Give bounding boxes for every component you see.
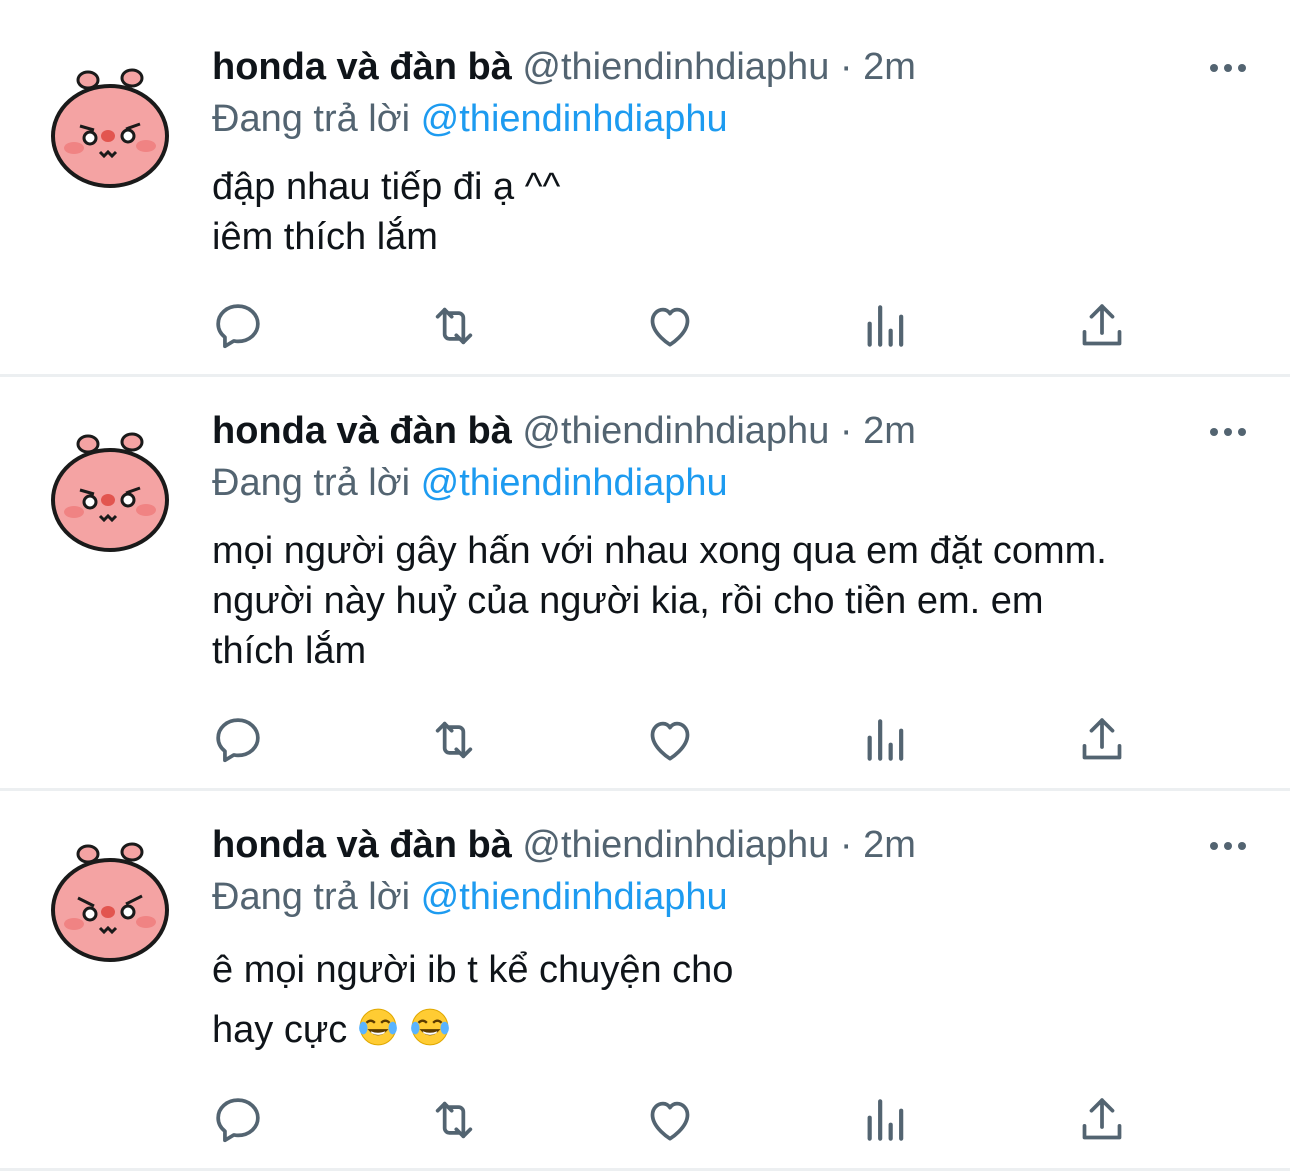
replying-to-label: Đang trả lời bbox=[212, 876, 411, 918]
avatar[interactable] bbox=[50, 432, 170, 552]
more-options-button[interactable] bbox=[1206, 58, 1250, 78]
tears-of-joy-emoji-icon bbox=[359, 1008, 398, 1046]
author-handle[interactable]: @thiendinhdiaphu bbox=[522, 410, 829, 452]
share-icon bbox=[1082, 304, 1122, 346]
reply-icon bbox=[216, 1098, 260, 1143]
like-button[interactable] bbox=[642, 1092, 698, 1148]
reply-mention-link[interactable]: @thiendinhdiaphu bbox=[421, 876, 728, 918]
share-button[interactable] bbox=[1074, 1092, 1130, 1148]
like-icon bbox=[650, 721, 690, 761]
retweet-icon bbox=[435, 307, 473, 345]
tweet[interactable]: honda và đàn bà @thiendinhdiaphu · 2m Đa… bbox=[0, 818, 1290, 1168]
tweet-text-line-with-emoji: hay cực bbox=[212, 1000, 733, 1060]
avatar[interactable] bbox=[50, 842, 170, 962]
tweet[interactable]: honda và đàn bà @thiendinhdiaphu · 2m Đa… bbox=[0, 404, 1290, 784]
timestamp[interactable]: 2m bbox=[863, 824, 916, 866]
tweet-actions bbox=[0, 712, 1290, 772]
tweet-text-line: ê mọi người ib t kể chuyện cho bbox=[212, 949, 734, 991]
like-button[interactable] bbox=[642, 298, 698, 354]
more-dots-icon bbox=[1210, 842, 1246, 850]
like-icon bbox=[650, 1101, 690, 1141]
share-icon bbox=[1082, 1098, 1122, 1140]
tweet-text-line: người này huỷ của người kia, rồi cho tiề… bbox=[212, 580, 1044, 622]
tweet-header: honda và đàn bà @thiendinhdiaphu · 2m bbox=[212, 406, 916, 456]
replying-to-label: Đang trả lời bbox=[212, 98, 411, 140]
tweet-text-line: thích lắm bbox=[212, 630, 367, 672]
author-handle[interactable]: @thiendinhdiaphu bbox=[522, 46, 829, 88]
timestamp[interactable]: 2m bbox=[863, 410, 916, 452]
tweet-header: honda và đàn bà @thiendinhdiaphu · 2m bbox=[212, 42, 916, 92]
views-button[interactable] bbox=[858, 298, 914, 354]
tweet-text: ê mọi người ib t kể chuyện cho hay cực bbox=[212, 940, 733, 1060]
tweet-divider bbox=[0, 374, 1290, 377]
more-options-button[interactable] bbox=[1206, 422, 1250, 442]
like-button[interactable] bbox=[642, 712, 698, 768]
retweet-icon bbox=[435, 1101, 473, 1139]
share-button[interactable] bbox=[1074, 298, 1130, 354]
reply-icon bbox=[216, 718, 260, 763]
like-icon bbox=[650, 307, 690, 347]
reply-button[interactable] bbox=[210, 1092, 266, 1148]
views-icon bbox=[867, 1099, 904, 1141]
reply-mention-link[interactable]: @thiendinhdiaphu bbox=[421, 98, 728, 140]
reply-button[interactable] bbox=[210, 712, 266, 768]
reply-mention-link[interactable]: @thiendinhdiaphu bbox=[421, 462, 728, 504]
tweet-header: honda và đàn bà @thiendinhdiaphu · 2m bbox=[212, 820, 916, 870]
retweet-icon bbox=[435, 721, 473, 759]
replying-to: Đang trả lời @thiendinhdiaphu bbox=[212, 872, 728, 922]
views-button[interactable] bbox=[858, 1092, 914, 1148]
pig-avatar-icon bbox=[51, 842, 169, 962]
tweet-actions bbox=[0, 1092, 1290, 1152]
tweet-actions bbox=[0, 298, 1290, 358]
replying-to-label: Đang trả lời bbox=[212, 462, 411, 504]
timestamp[interactable]: 2m bbox=[863, 46, 916, 88]
tears-of-joy-emoji-icon bbox=[411, 1008, 450, 1046]
share-icon bbox=[1082, 718, 1122, 760]
tweet[interactable]: honda và đàn bà @thiendinhdiaphu · 2m Đa… bbox=[0, 40, 1290, 370]
separator: · bbox=[839, 824, 853, 866]
tweet-text-line: mọi người gây hấn với nhau xong qua em đ… bbox=[212, 530, 1107, 572]
tweet-text-line: hay cực bbox=[212, 1009, 348, 1051]
reply-icon bbox=[216, 304, 260, 349]
views-button[interactable] bbox=[858, 712, 914, 768]
share-button[interactable] bbox=[1074, 712, 1130, 768]
author-name[interactable]: honda và đàn bà bbox=[212, 46, 512, 88]
pig-avatar-icon bbox=[51, 432, 169, 552]
reply-button[interactable] bbox=[210, 298, 266, 354]
replying-to: Đang trả lời @thiendinhdiaphu bbox=[212, 94, 728, 144]
tweet-text-line: iêm thích lắm bbox=[212, 216, 438, 258]
tweet-text: mọi người gây hấn với nhau xong qua em đ… bbox=[212, 526, 1107, 676]
tweet-divider bbox=[0, 1168, 1290, 1171]
more-dots-icon bbox=[1210, 428, 1246, 436]
retweet-button[interactable] bbox=[426, 712, 482, 768]
more-dots-icon bbox=[1210, 64, 1246, 72]
author-name[interactable]: honda và đàn bà bbox=[212, 410, 512, 452]
tweet-divider bbox=[0, 788, 1290, 791]
retweet-button[interactable] bbox=[426, 298, 482, 354]
more-options-button[interactable] bbox=[1206, 836, 1250, 856]
separator: · bbox=[839, 46, 853, 88]
author-handle[interactable]: @thiendinhdiaphu bbox=[522, 824, 829, 866]
pig-avatar-icon bbox=[51, 68, 169, 188]
retweet-button[interactable] bbox=[426, 1092, 482, 1148]
tweet-text: đập nhau tiếp đi ạ ^^ iêm thích lắm bbox=[212, 162, 560, 262]
separator: · bbox=[839, 410, 853, 452]
views-icon bbox=[867, 305, 904, 347]
avatar[interactable] bbox=[50, 68, 170, 188]
tweet-text-line: đập nhau tiếp đi ạ ^^ bbox=[212, 166, 561, 208]
views-icon bbox=[867, 719, 904, 761]
author-name[interactable]: honda và đàn bà bbox=[212, 824, 512, 866]
replying-to: Đang trả lời @thiendinhdiaphu bbox=[212, 458, 728, 508]
